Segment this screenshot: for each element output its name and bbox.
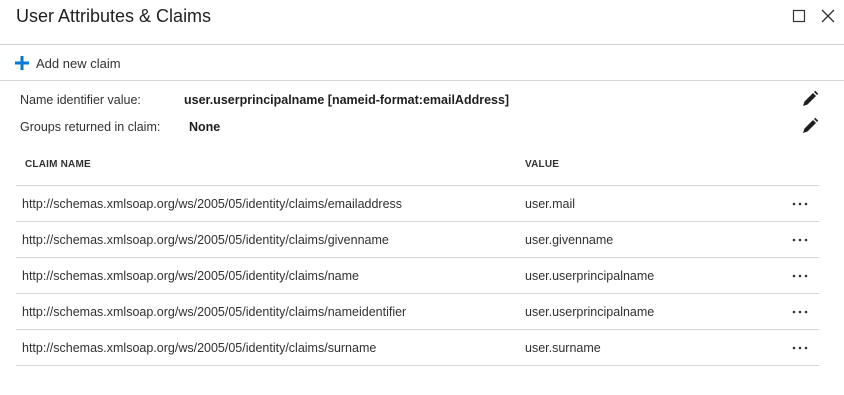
claims-table: CLAIM NAME VALUE http://schemas.xmlsoap.… <box>16 150 819 366</box>
more-options-button[interactable] <box>790 304 810 320</box>
table-row[interactable]: http://schemas.xmlsoap.org/ws/2005/05/id… <box>16 294 819 330</box>
more-options-icon <box>792 274 808 278</box>
groups-value: None <box>189 120 221 134</box>
edit-groups-button[interactable] <box>800 116 820 136</box>
claim-name-cell: http://schemas.xmlsoap.org/ws/2005/05/id… <box>22 269 359 283</box>
maximize-icon <box>789 7 809 27</box>
table-row[interactable]: http://schemas.xmlsoap.org/ws/2005/05/id… <box>16 222 819 258</box>
command-bar: Add new claim <box>0 45 844 81</box>
more-options-button[interactable] <box>790 232 810 248</box>
column-header-claim-name[interactable]: CLAIM NAME <box>25 159 91 170</box>
claim-name-cell: http://schemas.xmlsoap.org/ws/2005/05/id… <box>22 197 403 211</box>
blade-header: User Attributes & Claims <box>0 0 844 45</box>
more-options-icon <box>792 202 808 206</box>
claim-value-cell: user.surname <box>525 341 601 355</box>
claim-value-cell: user.userprincipalname <box>525 269 655 283</box>
claim-name-cell: http://schemas.xmlsoap.org/ws/2005/05/id… <box>22 341 377 355</box>
claim-value-cell: user.mail <box>525 197 576 211</box>
claim-value-cell: user.givenname <box>525 233 614 247</box>
table-header: CLAIM NAME VALUE <box>16 150 819 186</box>
more-options-button[interactable] <box>790 340 810 356</box>
column-header-value[interactable]: VALUE <box>525 159 559 170</box>
name-identifier-value: user.userprincipalname [nameid-format:em… <box>184 93 510 107</box>
close-icon <box>818 7 838 27</box>
plus-icon <box>14 55 30 71</box>
more-options-button[interactable] <box>790 268 810 284</box>
table-row[interactable]: http://schemas.xmlsoap.org/ws/2005/05/id… <box>16 330 819 366</box>
claim-value-cell: user.userprincipalname <box>525 305 655 319</box>
blade-title: User Attributes & Claims <box>16 6 212 26</box>
maximize-button[interactable] <box>789 7 809 27</box>
more-options-icon <box>792 310 808 314</box>
table-row[interactable]: http://schemas.xmlsoap.org/ws/2005/05/id… <box>16 258 819 294</box>
add-new-claim-button[interactable]: Add new claim <box>14 53 121 73</box>
pencil-icon <box>800 89 820 109</box>
pencil-icon <box>800 116 820 136</box>
groups-label: Groups returned in claim: <box>20 120 161 134</box>
edit-name-identifier-button[interactable] <box>800 89 820 109</box>
claim-name-cell: http://schemas.xmlsoap.org/ws/2005/05/id… <box>22 233 389 247</box>
claim-name-cell: http://schemas.xmlsoap.org/ws/2005/05/id… <box>22 305 407 319</box>
name-identifier-label: Name identifier value: <box>20 93 141 107</box>
more-options-icon <box>792 238 808 242</box>
add-new-claim-label: Add new claim <box>36 55 121 71</box>
table-body: http://schemas.xmlsoap.org/ws/2005/05/id… <box>16 186 819 366</box>
more-options-button[interactable] <box>790 196 810 212</box>
close-button[interactable] <box>818 7 838 27</box>
table-row[interactable]: http://schemas.xmlsoap.org/ws/2005/05/id… <box>16 186 819 222</box>
more-options-icon <box>792 346 808 350</box>
